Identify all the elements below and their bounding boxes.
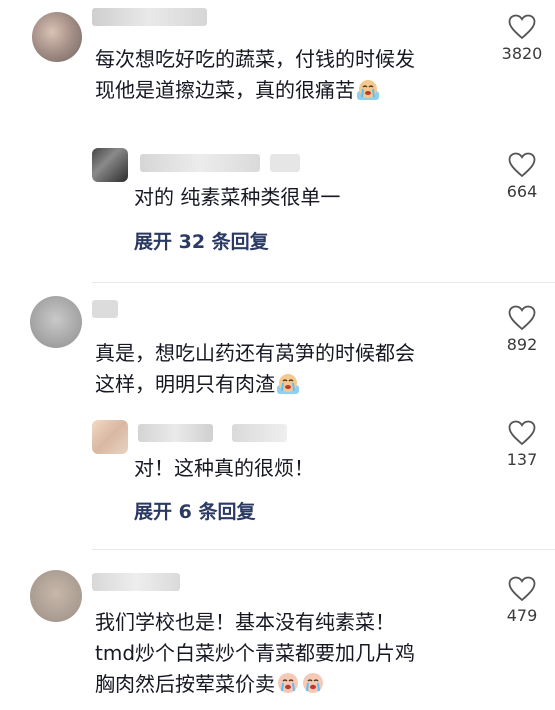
divider bbox=[92, 282, 555, 283]
comment-text: 真是，想吃山药还有莴笋的时候都会 这样，明明只有肉渣 bbox=[95, 338, 415, 400]
crying-face-icon bbox=[301, 671, 325, 695]
comment-line: 真是，想吃山药还有莴笋的时候都会 bbox=[95, 341, 415, 365]
crying-face-icon bbox=[276, 371, 300, 395]
reply-text: 对的 纯素菜种类很单一 bbox=[134, 185, 341, 209]
expand-replies-link[interactable]: 展开 32 条回复 bbox=[134, 229, 269, 255]
like-button[interactable]: 664 bbox=[492, 152, 552, 201]
avatar[interactable] bbox=[32, 12, 82, 62]
comment-line: 胸肉然后按荤菜价卖 bbox=[95, 669, 415, 700]
username-blurred[interactable] bbox=[92, 300, 118, 318]
like-count: 3820 bbox=[501, 44, 543, 63]
avatar[interactable] bbox=[30, 570, 82, 622]
like-count: 479 bbox=[506, 606, 538, 625]
comment-line: 每次想吃好吃的蔬菜，付钱的时候发 bbox=[95, 47, 415, 71]
like-button[interactable]: 137 bbox=[492, 420, 552, 469]
heart-outline-icon bbox=[508, 420, 536, 446]
crying-face-icon bbox=[356, 77, 380, 101]
comment-line: 这样，明明只有肉渣 bbox=[95, 369, 415, 400]
comment-text: 我们学校也是！基本没有纯素菜！ tmd炒个白菜炒个青菜都要加几片鸡 胸肉然后按荤… bbox=[95, 607, 415, 700]
like-button[interactable]: 479 bbox=[492, 576, 552, 625]
username-blurred[interactable] bbox=[92, 8, 207, 26]
crying-face-icon bbox=[276, 671, 300, 695]
reply-text: 对！这种真的很烦！ bbox=[134, 456, 314, 480]
divider bbox=[92, 549, 555, 550]
comment-line: tmd炒个白菜炒个青菜都要加几片鸡 bbox=[95, 641, 416, 665]
username-blurred[interactable] bbox=[92, 573, 180, 591]
comment-text: 每次想吃好吃的蔬菜，付钱的时候发 现他是道擦边菜，真的很痛苦 bbox=[95, 44, 415, 106]
reply-username-blurred bbox=[270, 154, 300, 172]
heart-outline-icon bbox=[508, 305, 536, 331]
like-button[interactable]: 892 bbox=[492, 305, 552, 354]
like-count: 664 bbox=[506, 182, 538, 201]
heart-outline-icon bbox=[508, 152, 536, 178]
comment-line: 我们学校也是！基本没有纯素菜！ bbox=[95, 610, 395, 634]
heart-outline-icon bbox=[508, 576, 536, 602]
reply-username-blurred[interactable] bbox=[140, 154, 260, 172]
reply-username-blurred[interactable] bbox=[138, 424, 213, 442]
reply-username-blurred bbox=[232, 424, 287, 442]
heart-outline-icon bbox=[508, 14, 536, 40]
reply-avatar[interactable] bbox=[92, 148, 128, 182]
like-count: 892 bbox=[506, 335, 538, 354]
comment-line: 现他是道擦边菜，真的很痛苦 bbox=[95, 75, 415, 106]
like-count: 137 bbox=[506, 450, 538, 469]
like-button[interactable]: 3820 bbox=[492, 14, 552, 63]
avatar[interactable] bbox=[30, 296, 82, 348]
reply-avatar[interactable] bbox=[92, 420, 128, 454]
expand-replies-link[interactable]: 展开 6 条回复 bbox=[134, 499, 255, 525]
